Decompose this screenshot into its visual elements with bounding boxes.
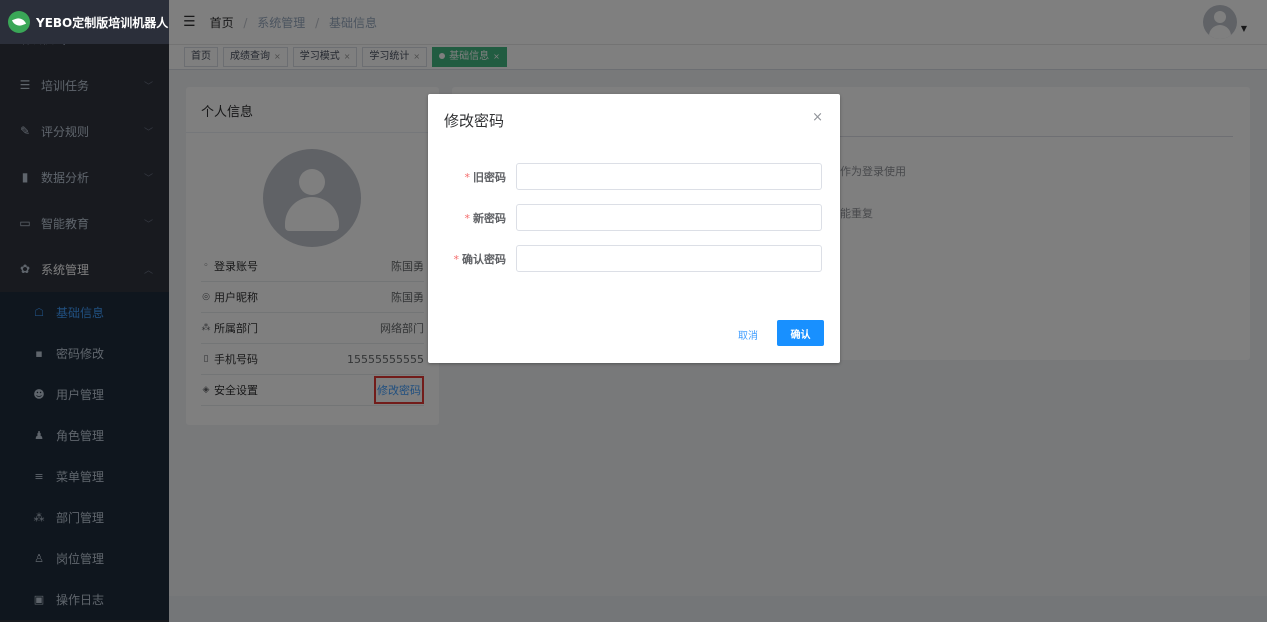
confirm-password-input[interactable] [516, 245, 822, 272]
app-title: YEBO定制版培训机器人 [36, 15, 169, 30]
old-password-label: * 旧密码 [464, 171, 507, 184]
confirm-password-row: * 确认密码 [428, 245, 840, 272]
new-password-label: * 新密码 [464, 212, 507, 225]
old-password-row: * 旧密码 [428, 163, 840, 190]
logo-icon [8, 11, 30, 33]
close-icon[interactable]: × [812, 110, 823, 125]
change-password-dialog: 修改密码 × * 旧密码 * 新密码 * 确认密码 取消 确认 [428, 94, 840, 363]
confirm-password-label: * 确认密码 [453, 253, 507, 266]
new-password-row: * 新密码 [428, 204, 840, 231]
dialog-title: 修改密码 [444, 112, 505, 130]
old-password-input[interactable] [516, 163, 822, 190]
brand: YEBO定制版培训机器人 [0, 0, 169, 44]
new-password-input[interactable] [516, 204, 822, 231]
confirm-button[interactable]: 确认 [777, 320, 824, 346]
cancel-button[interactable]: 取消 [738, 327, 758, 342]
